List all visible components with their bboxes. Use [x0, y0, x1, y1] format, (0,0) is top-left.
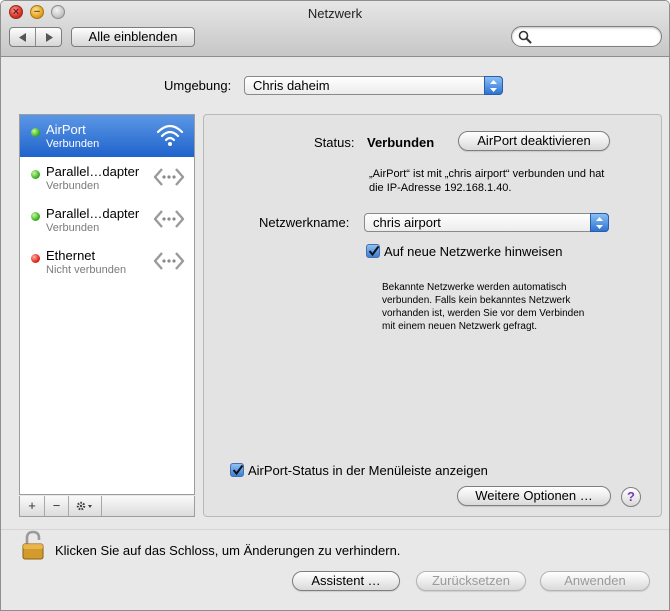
ask-info-line: verbunden. Falls kein bekanntes Netzwerk — [382, 295, 571, 306]
network-name-popup[interactable]: chris airport — [364, 213, 609, 232]
wifi-icon — [156, 124, 184, 146]
lock-icon[interactable] — [21, 530, 47, 562]
search-field[interactable] — [511, 26, 662, 47]
status-indicator-red — [31, 254, 40, 263]
window-title: Netzwerk — [307, 6, 363, 21]
ask-info-line: mit einem neuen Netzwerk gefragt. — [382, 321, 538, 332]
status-label: Status: — [314, 135, 355, 150]
assistant-button[interactable]: Assistent … — [292, 571, 400, 591]
service-status: Verbunden — [46, 222, 100, 234]
lock-hint-text: Klicken Sie auf das Schloss, um Änderung… — [55, 543, 401, 558]
network-name-value: chris airport — [373, 215, 441, 230]
help-button[interactable]: ? — [621, 487, 641, 507]
status-info-line: die IP-Adresse 192.168.1.40. — [369, 182, 512, 194]
location-popup[interactable]: Chris daheim — [244, 76, 503, 95]
network-preferences-window: × − Netzwerk Alle einblenden Umgebung: C… — [0, 0, 670, 611]
service-list: AirPort Verbunden Parallel…dapter Verbun… — [19, 114, 195, 495]
action-menu-button[interactable] — [69, 496, 102, 516]
status-indicator-green — [31, 212, 40, 221]
forward-arrow-icon — [45, 32, 53, 42]
service-status: Verbunden — [46, 180, 100, 192]
network-arrows-icon — [153, 168, 185, 186]
advanced-options-button[interactable]: Weitere Optionen … — [457, 486, 611, 506]
network-arrows-icon — [153, 252, 185, 270]
service-name: Parallel…dapter — [46, 164, 140, 179]
network-name-label: Netzwerkname: — [259, 215, 350, 230]
service-name: AirPort — [46, 122, 86, 137]
revert-button[interactable]: Zurücksetzen — [416, 571, 526, 591]
remove-service-button[interactable]: − — [45, 496, 69, 516]
ask-info-line: vorhanden ist, werden Sie vor dem Verbin… — [382, 308, 585, 319]
title-bar: × − Netzwerk Alle einblenden — [1, 1, 669, 57]
status-info-line: „AirPort“ ist mit „chris airport“ verbun… — [369, 168, 605, 180]
service-item-parallels-1[interactable]: Parallel…dapter Verbunden — [20, 157, 194, 199]
add-service-button[interactable]: + — [20, 496, 45, 516]
back-forward-control — [9, 27, 62, 47]
status-value: Verbunden — [367, 135, 435, 150]
service-status: Nicht verbunden — [46, 264, 127, 276]
location-value: Chris daheim — [253, 78, 330, 93]
status-indicator-green — [31, 170, 40, 179]
service-item-parallels-2[interactable]: Parallel…dapter Verbunden — [20, 199, 194, 241]
ask-new-networks-label: Auf neue Netzwerke hinweisen — [384, 244, 563, 259]
checkmark-icon — [368, 245, 380, 257]
service-status: Verbunden — [46, 138, 100, 150]
service-list-toolbar: + − — [19, 496, 195, 517]
ask-info-line: Bekannte Netzwerke werden automatisch — [382, 282, 567, 293]
service-item-airport[interactable]: AirPort Verbunden — [20, 115, 194, 157]
menubar-status-checkbox[interactable] — [230, 463, 244, 477]
status-indicator-green — [31, 128, 40, 137]
popup-arrows-icon — [590, 213, 609, 232]
service-name: Ethernet — [46, 248, 96, 263]
checkmark-icon — [232, 464, 244, 476]
back-button[interactable] — [10, 28, 35, 46]
gear-icon — [76, 501, 92, 511]
ask-new-networks-checkbox[interactable] — [366, 244, 380, 258]
location-label: Umgebung: — [164, 78, 232, 93]
back-arrow-icon — [18, 32, 26, 42]
show-all-button[interactable]: Alle einblenden — [71, 27, 195, 47]
popup-arrows-icon — [484, 76, 503, 95]
forward-button[interactable] — [35, 28, 61, 46]
menubar-status-label: AirPort-Status in der Menüleiste anzeige… — [248, 463, 488, 478]
airport-toggle-button[interactable]: AirPort deaktivieren — [458, 131, 610, 151]
network-arrows-icon — [153, 210, 185, 228]
service-item-ethernet[interactable]: Ethernet Nicht verbunden — [20, 241, 194, 283]
service-name: Parallel…dapter — [46, 206, 140, 221]
footer-divider — [1, 529, 669, 530]
help-icon: ? — [627, 489, 635, 504]
search-icon — [518, 30, 532, 44]
apply-button[interactable]: Anwenden — [540, 571, 650, 591]
